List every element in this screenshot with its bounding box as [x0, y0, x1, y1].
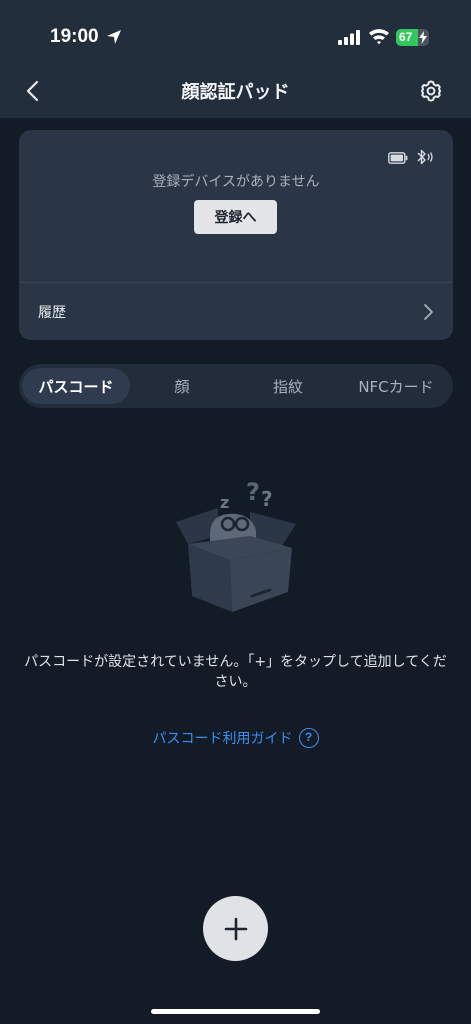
bluetooth-icon [417, 149, 433, 165]
wifi-icon [369, 29, 389, 45]
chevron-right-icon [424, 304, 433, 320]
tab-fingerprint[interactable]: 指紋 [234, 368, 342, 404]
cellular-signal-icon [338, 30, 360, 45]
history-row[interactable]: 履歴 [19, 283, 453, 340]
svg-text:z: z [220, 493, 229, 512]
tab-face[interactable]: 顔 [130, 368, 234, 404]
empty-state-message: パスコードが設定されていません。「+」をタップして追加してください。 [24, 654, 447, 690]
device-card: 登録デバイスがありません 登録へ 履歴 [19, 130, 453, 340]
gear-icon[interactable] [419, 79, 443, 103]
tab-nfc-card[interactable]: NFCカード [342, 368, 450, 404]
home-indicator [151, 1009, 320, 1014]
location-arrow-icon [107, 30, 121, 44]
charging-bolt-icon [419, 31, 427, 44]
svg-text:?: ? [246, 478, 260, 506]
passcode-guide-link[interactable]: パスコード利用ガイド ? [0, 728, 471, 748]
device-battery-icon [388, 152, 408, 164]
status-time: 19:00 [50, 26, 99, 47]
empty-box-illustration: ? ? z [176, 478, 296, 612]
plus-icon [224, 917, 247, 940]
page-title: 顔認証パッド [181, 82, 290, 103]
tab-passcode[interactable]: パスコード [22, 368, 130, 404]
add-passcode-button[interactable] [203, 896, 268, 961]
svg-text:?: ? [261, 487, 273, 511]
register-button[interactable]: 登録へ [194, 200, 277, 234]
no-device-text: 登録デバイスがありません [152, 174, 320, 190]
battery-level: 67 [399, 30, 413, 44]
guide-label: パスコード利用ガイド [152, 731, 293, 747]
history-label: 履歴 [38, 305, 66, 321]
help-icon: ? [298, 728, 319, 748]
battery-icon: 67 [396, 29, 429, 46]
credential-tab-bar: パスコード 顔 指紋 NFCカード [19, 364, 453, 408]
